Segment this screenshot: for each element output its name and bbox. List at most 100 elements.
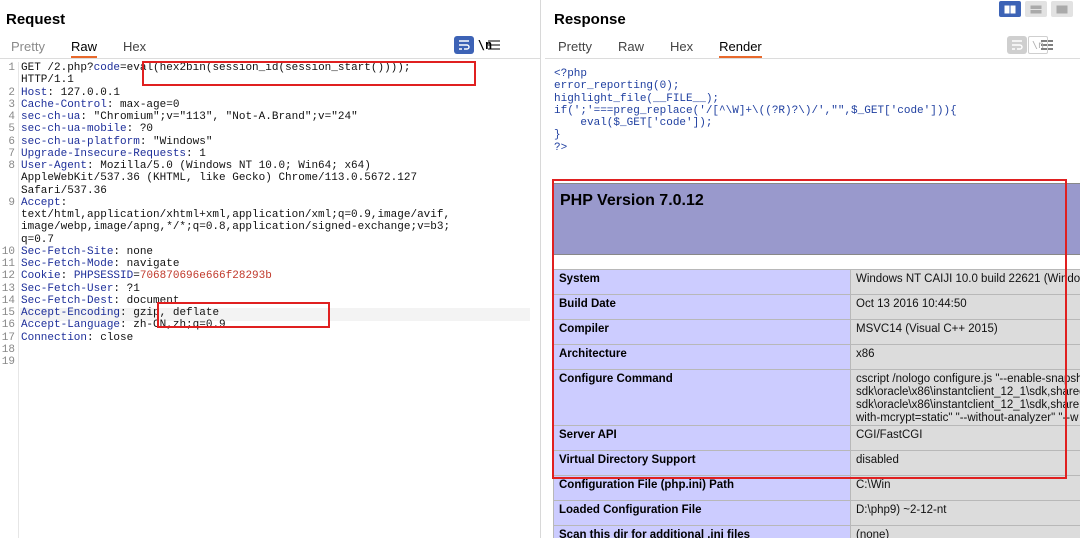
split-vertical-icon[interactable]	[1025, 1, 1047, 17]
request-line: 6 sec-ch-ua-platform: "Windows"	[0, 136, 540, 148]
code-token: : 1	[186, 147, 206, 160]
code-token: HTTP/1.1	[21, 74, 74, 87]
word-wrap-icon[interactable]	[454, 36, 474, 54]
line-number: 14	[1, 294, 15, 307]
request-line: 4 sec-ch-ua: "Chromium";v="113", "Not-A.B…	[0, 111, 540, 123]
code-token: Connection	[21, 331, 88, 344]
phpinfo-value-line: C:\Win	[856, 479, 891, 491]
request-line: text/html,application/xhtml+xml,applicat…	[0, 209, 540, 221]
request-line: 7 Upgrade-Insecure-Requests: 1	[0, 148, 540, 160]
response-tabs: Pretty Raw Hex Render	[558, 38, 788, 58]
response-tab-pretty[interactable]: Pretty	[558, 38, 592, 58]
code-token: Cookie	[21, 270, 61, 283]
line-number: 4	[8, 111, 15, 123]
code-token: User-Agent	[21, 160, 88, 172]
line-number: 17	[1, 331, 15, 344]
response-tab-raw[interactable]: Raw	[618, 38, 644, 58]
code-token: Sec-Fetch-Site	[21, 245, 114, 258]
request-line: q=0.7	[0, 234, 540, 246]
highlight-box-phpsessid	[157, 302, 330, 328]
php-source-line: <?php	[554, 68, 588, 80]
code-token: Accept-Language	[21, 319, 121, 332]
code-token: text/html,application/xhtml+xml,applicat…	[21, 209, 451, 221]
line-text: sec-ch-ua-platform: "Windows"	[21, 136, 212, 148]
line-text: User-Agent: Mozilla/5.0 (Windows NT 10.0…	[21, 160, 371, 172]
phpinfo-value-line: (none)	[856, 529, 890, 538]
code-token: sec-ch-ua-platform	[21, 135, 140, 148]
line-text: image/webp,image/apng,*/*;q=0.8,applicat…	[21, 221, 450, 233]
layout-toggle-group	[999, 1, 1077, 17]
show-newlines-icon: \n	[1028, 36, 1048, 54]
code-token: : close	[87, 331, 134, 344]
request-tabs: Pretty Raw Hex	[11, 38, 172, 58]
line-text: Cache-Control: max-age=0	[21, 99, 179, 111]
code-token: : "Chromium";v="113", "Not-A.Brand";v="2…	[80, 111, 358, 123]
request-tab-pretty[interactable]: Pretty	[11, 38, 45, 58]
request-title: Request	[6, 11, 66, 28]
single-pane-icon[interactable]	[1051, 1, 1073, 17]
request-line: 2 Host: 127.0.0.1	[0, 87, 540, 99]
request-line: 5 sec-ch-ua-mobile: ?0	[0, 123, 540, 135]
response-tab-render[interactable]: Render	[719, 38, 762, 58]
code-token: : max-age=0	[106, 98, 180, 111]
code-token: : ?0	[126, 123, 154, 136]
line-text: HTTP/1.1	[21, 74, 74, 86]
response-pane: Response Pretty Raw Hex Render \n <?php …	[545, 0, 1080, 538]
php-source-line: if(';'===preg_replace('/[^\W]+\((?R)?\)/…	[554, 104, 957, 117]
line-number: 15	[1, 307, 15, 319]
line-text: q=0.7	[21, 234, 54, 246]
line-text: Sec-Fetch-Mode: navigate	[21, 258, 179, 270]
php-source-highlight: <?php error_reporting(0); highlight_file…	[554, 68, 957, 154]
code-token: 706870696e666f28293b	[139, 270, 272, 283]
request-line: 9 Accept:	[0, 197, 540, 209]
line-text: Sec-Fetch-User: ?1	[21, 283, 140, 295]
response-tab-hex[interactable]: Hex	[670, 38, 693, 58]
code-token: AppleWebKit/537.36 (KHTML, like Gecko) C…	[21, 172, 418, 185]
phpinfo-key: Configuration File (php.ini) Path	[553, 475, 851, 501]
code-token: Accept	[21, 196, 61, 209]
line-number: 9	[8, 196, 15, 209]
request-line: image/webp,image/apng,*/*;q=0.8,applicat…	[0, 221, 540, 233]
request-line: Safari/537.36	[0, 185, 540, 197]
code-token: : "Windows"	[139, 135, 213, 148]
response-toolbar: \n	[997, 36, 1057, 54]
code-token: : 127.0.0.1	[47, 86, 121, 99]
code-token: q=0.7	[21, 233, 55, 246]
line-text: Sec-Fetch-Site: none	[21, 246, 153, 258]
phpinfo-value-line: D:\php9) ~2-12-nt	[856, 504, 947, 516]
line-text: AppleWebKit/537.36 (KHTML, like Gecko) C…	[21, 172, 417, 184]
line-text: Safari/537.36	[21, 185, 107, 197]
code-token: PHPSESSID	[73, 270, 134, 283]
code-token: Safari/537.36	[21, 184, 107, 197]
code-token: =	[120, 62, 127, 74]
request-tab-raw[interactable]: Raw	[70, 38, 97, 58]
show-newlines-icon[interactable]: \n	[475, 36, 495, 54]
request-line: 18	[0, 344, 540, 356]
php-source-line: ?>	[554, 141, 568, 154]
request-line: 8 User-Agent: Mozilla/5.0 (Windows NT 10.…	[0, 160, 540, 172]
phpinfo-value: (none)	[850, 525, 1080, 538]
line-number: 16	[1, 319, 15, 332]
phpinfo-row: Loaded Configuration File D:\php9) ~2-12-…	[553, 500, 1080, 526]
code-token: : none	[113, 245, 154, 258]
line-text: sec-ch-ua-mobile: ?0	[21, 123, 153, 135]
request-line: 13 Sec-Fetch-User: ?1	[0, 283, 540, 295]
code-token: Accept-Encoding	[21, 307, 121, 319]
code-token: : navigate	[113, 258, 180, 270]
code-token: GET /2.php?	[21, 62, 94, 74]
split-horizontal-icon[interactable]	[999, 1, 1021, 17]
code-token: sec-ch-ua	[21, 111, 81, 123]
word-wrap-icon	[1007, 36, 1027, 54]
line-text: Cookie: PHPSESSID=706870696e666f28293b	[21, 270, 272, 282]
request-line: 12 Cookie: PHPSESSID=706870696e666f28293b	[0, 270, 540, 282]
request-tabs-divider	[0, 58, 540, 59]
line-text: sec-ch-ua: "Chromium";v="113", "Not-A.Br…	[21, 111, 358, 123]
php-source-line: eval($_GET['code']);	[554, 117, 713, 130]
code-token: Cache-Control	[21, 98, 107, 111]
php-source-line: error_reporting(0);	[554, 80, 680, 93]
request-toolbar: \n	[444, 36, 504, 54]
highlight-box-phpinfo	[552, 179, 1067, 479]
request-line: AppleWebKit/537.36 (KHTML, like Gecko) C…	[0, 172, 540, 184]
line-number: 19	[1, 356, 15, 368]
request-tab-hex[interactable]: Hex	[123, 38, 146, 58]
